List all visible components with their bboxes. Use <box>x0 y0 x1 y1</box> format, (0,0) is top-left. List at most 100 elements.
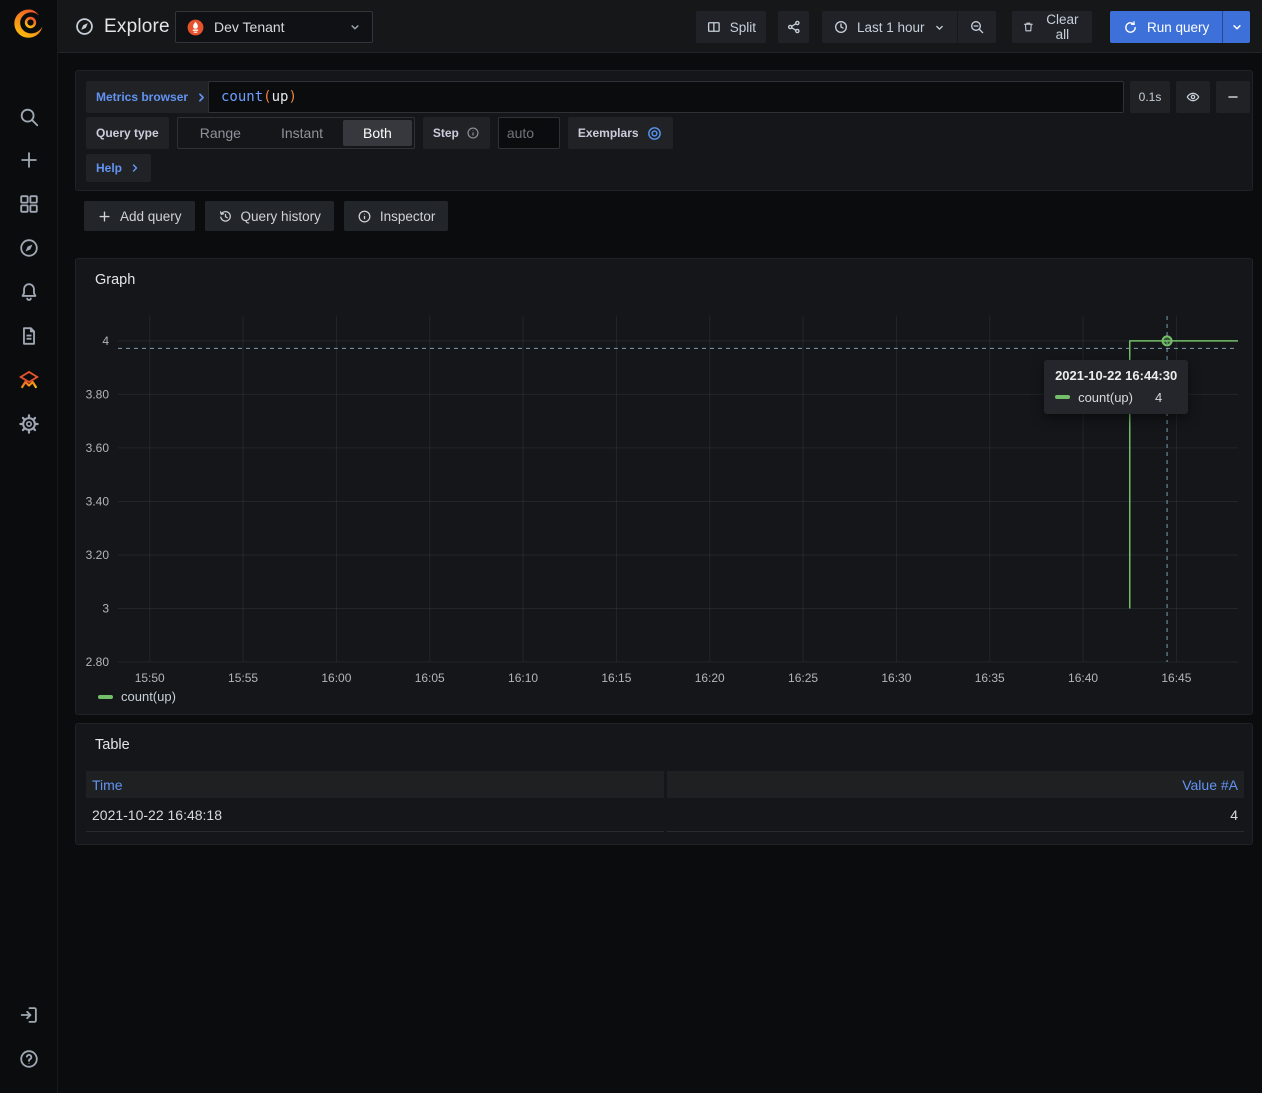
datasource-name: Dev Tenant <box>214 19 339 35</box>
minus-icon <box>1225 89 1241 105</box>
svg-text:15:50: 15:50 <box>135 671 165 685</box>
query-type-instant[interactable]: Instant <box>261 120 343 146</box>
sync-icon <box>1123 20 1138 35</box>
create-plus-icon[interactable] <box>18 149 40 171</box>
query-type-selector: Range Instant Both <box>177 117 415 149</box>
svg-text:16:00: 16:00 <box>321 671 351 685</box>
time-range-picker[interactable]: Last 1 hour <box>822 11 957 43</box>
chevron-down-icon <box>933 21 946 34</box>
documentation-icon[interactable] <box>18 325 40 347</box>
remove-query-button[interactable] <box>1216 81 1250 113</box>
clock-icon <box>833 19 849 35</box>
grafana-logo-icon[interactable] <box>11 6 47 42</box>
clear-all-button[interactable]: Clear all <box>1012 11 1092 43</box>
svg-text:16:15: 16:15 <box>601 671 631 685</box>
table-header-time[interactable]: Time <box>86 771 664 798</box>
svg-text:16:25: 16:25 <box>788 671 818 685</box>
run-query-button[interactable]: Run query <box>1110 11 1222 43</box>
explore-toolbar: Add query Query history Inspector <box>84 201 448 231</box>
mimir-icon[interactable] <box>18 369 40 391</box>
zoom-out-button[interactable] <box>957 11 996 43</box>
history-icon <box>218 209 233 224</box>
svg-text:3.80: 3.80 <box>86 387 110 401</box>
help-icon[interactable] <box>18 1048 40 1070</box>
datasource-picker[interactable]: Dev Tenant <box>175 11 373 43</box>
sign-in-icon[interactable] <box>18 1004 40 1026</box>
inspector-button[interactable]: Inspector <box>344 201 449 231</box>
svg-text:3.40: 3.40 <box>86 494 110 508</box>
run-query-split-button: Run query <box>1110 11 1250 43</box>
zoom-out-icon <box>969 19 985 35</box>
query-duration-badge: 0.1s <box>1130 81 1170 113</box>
results-table: Time 2021-10-22 16:48:18 Value #A 4 <box>86 771 1244 832</box>
alerting-bell-icon[interactable] <box>18 281 40 303</box>
svg-text:3: 3 <box>102 601 109 615</box>
legend-item[interactable]: count(up) <box>98 689 176 704</box>
svg-text:16:30: 16:30 <box>881 671 911 685</box>
promql-query-input[interactable]: count(up) <box>208 81 1124 113</box>
step-input[interactable] <box>498 117 560 149</box>
step-label: Step <box>423 117 490 149</box>
exemplars-bullseye-icon[interactable] <box>646 125 663 142</box>
svg-text:15:55: 15:55 <box>228 671 258 685</box>
svg-text:3.20: 3.20 <box>86 548 110 562</box>
table-cell-value: 4 <box>667 798 1245 832</box>
graph-panel: Graph 4 3.80 3.60 3.40 3.20 3 2.80 15:50 15:55 16… <box>75 258 1253 715</box>
svg-text:16:40: 16:40 <box>1068 671 1098 685</box>
help-link[interactable]: Help <box>86 154 151 182</box>
time-picker-group: Last 1 hour <box>822 11 996 43</box>
configuration-gear-icon[interactable] <box>18 413 40 435</box>
chevron-right-icon <box>195 91 208 104</box>
graph-tooltip: 2021-10-22 16:44:30 count(up) 4 <box>1044 360 1188 414</box>
split-icon <box>706 19 722 35</box>
eye-icon <box>1185 89 1201 105</box>
top-navigation-bar: Explore Dev Tenant Split Last 1 hour <box>58 0 1262 53</box>
graph-panel-title: Graph <box>95 272 135 288</box>
tooltip-series-value: 4 <box>1155 390 1162 405</box>
query-type-range[interactable]: Range <box>180 120 261 146</box>
search-icon[interactable] <box>18 106 40 128</box>
grafana-explore-page: Explore Dev Tenant Split Last 1 hour <box>0 0 1262 1093</box>
svg-text:4: 4 <box>102 334 109 348</box>
compass-icon <box>74 16 95 37</box>
share-icon <box>786 19 802 35</box>
metrics-browser-button[interactable]: Metrics browser <box>86 81 218 113</box>
query-options-row: Query type Range Instant Both Step Exemp… <box>86 117 673 149</box>
svg-text:3.60: 3.60 <box>86 441 110 455</box>
tooltip-series-swatch <box>1055 395 1070 399</box>
series-color-swatch <box>98 695 113 699</box>
tooltip-series-name: count(up) <box>1078 390 1133 405</box>
query-type-both[interactable]: Both <box>343 120 412 146</box>
query-editor-panel: Metrics browser count(up) 0.1s Query typ… <box>75 70 1253 191</box>
add-query-button[interactable]: Add query <box>84 201 195 231</box>
sidebar <box>0 0 58 1093</box>
explore-compass-icon[interactable] <box>18 237 40 259</box>
chevron-down-icon <box>1230 20 1244 34</box>
run-query-dropdown[interactable] <box>1222 11 1250 43</box>
chevron-right-icon <box>129 162 141 174</box>
prometheus-icon <box>186 18 205 37</box>
share-button[interactable] <box>778 11 809 43</box>
info-circle-icon[interactable] <box>466 126 480 140</box>
table-panel: Table Time 2021-10-22 16:48:18 Value #A … <box>75 723 1253 845</box>
tooltip-timestamp: 2021-10-22 16:44:30 <box>1055 368 1177 383</box>
table-header-value[interactable]: Value #A <box>667 771 1245 798</box>
svg-text:16:05: 16:05 <box>415 671 445 685</box>
svg-text:16:20: 16:20 <box>695 671 725 685</box>
exemplars-option: Exemplars <box>568 117 673 149</box>
svg-text:16:10: 16:10 <box>508 671 538 685</box>
svg-text:2.80: 2.80 <box>86 655 110 669</box>
query-history-button[interactable]: Query history <box>205 201 334 231</box>
split-button[interactable]: Split <box>696 11 766 43</box>
table-panel-title: Table <box>95 737 130 753</box>
info-circle-icon <box>357 209 372 224</box>
chevron-down-icon <box>348 20 362 34</box>
dashboards-icon[interactable] <box>18 193 40 215</box>
explore-header: Explore <box>74 0 170 53</box>
plus-icon <box>97 209 112 224</box>
page-title: Explore <box>104 16 170 38</box>
query-type-label: Query type <box>86 117 169 149</box>
legend-label: count(up) <box>121 689 176 704</box>
table-cell-time: 2021-10-22 16:48:18 <box>86 798 664 832</box>
query-visibility-toggle[interactable] <box>1176 81 1210 113</box>
